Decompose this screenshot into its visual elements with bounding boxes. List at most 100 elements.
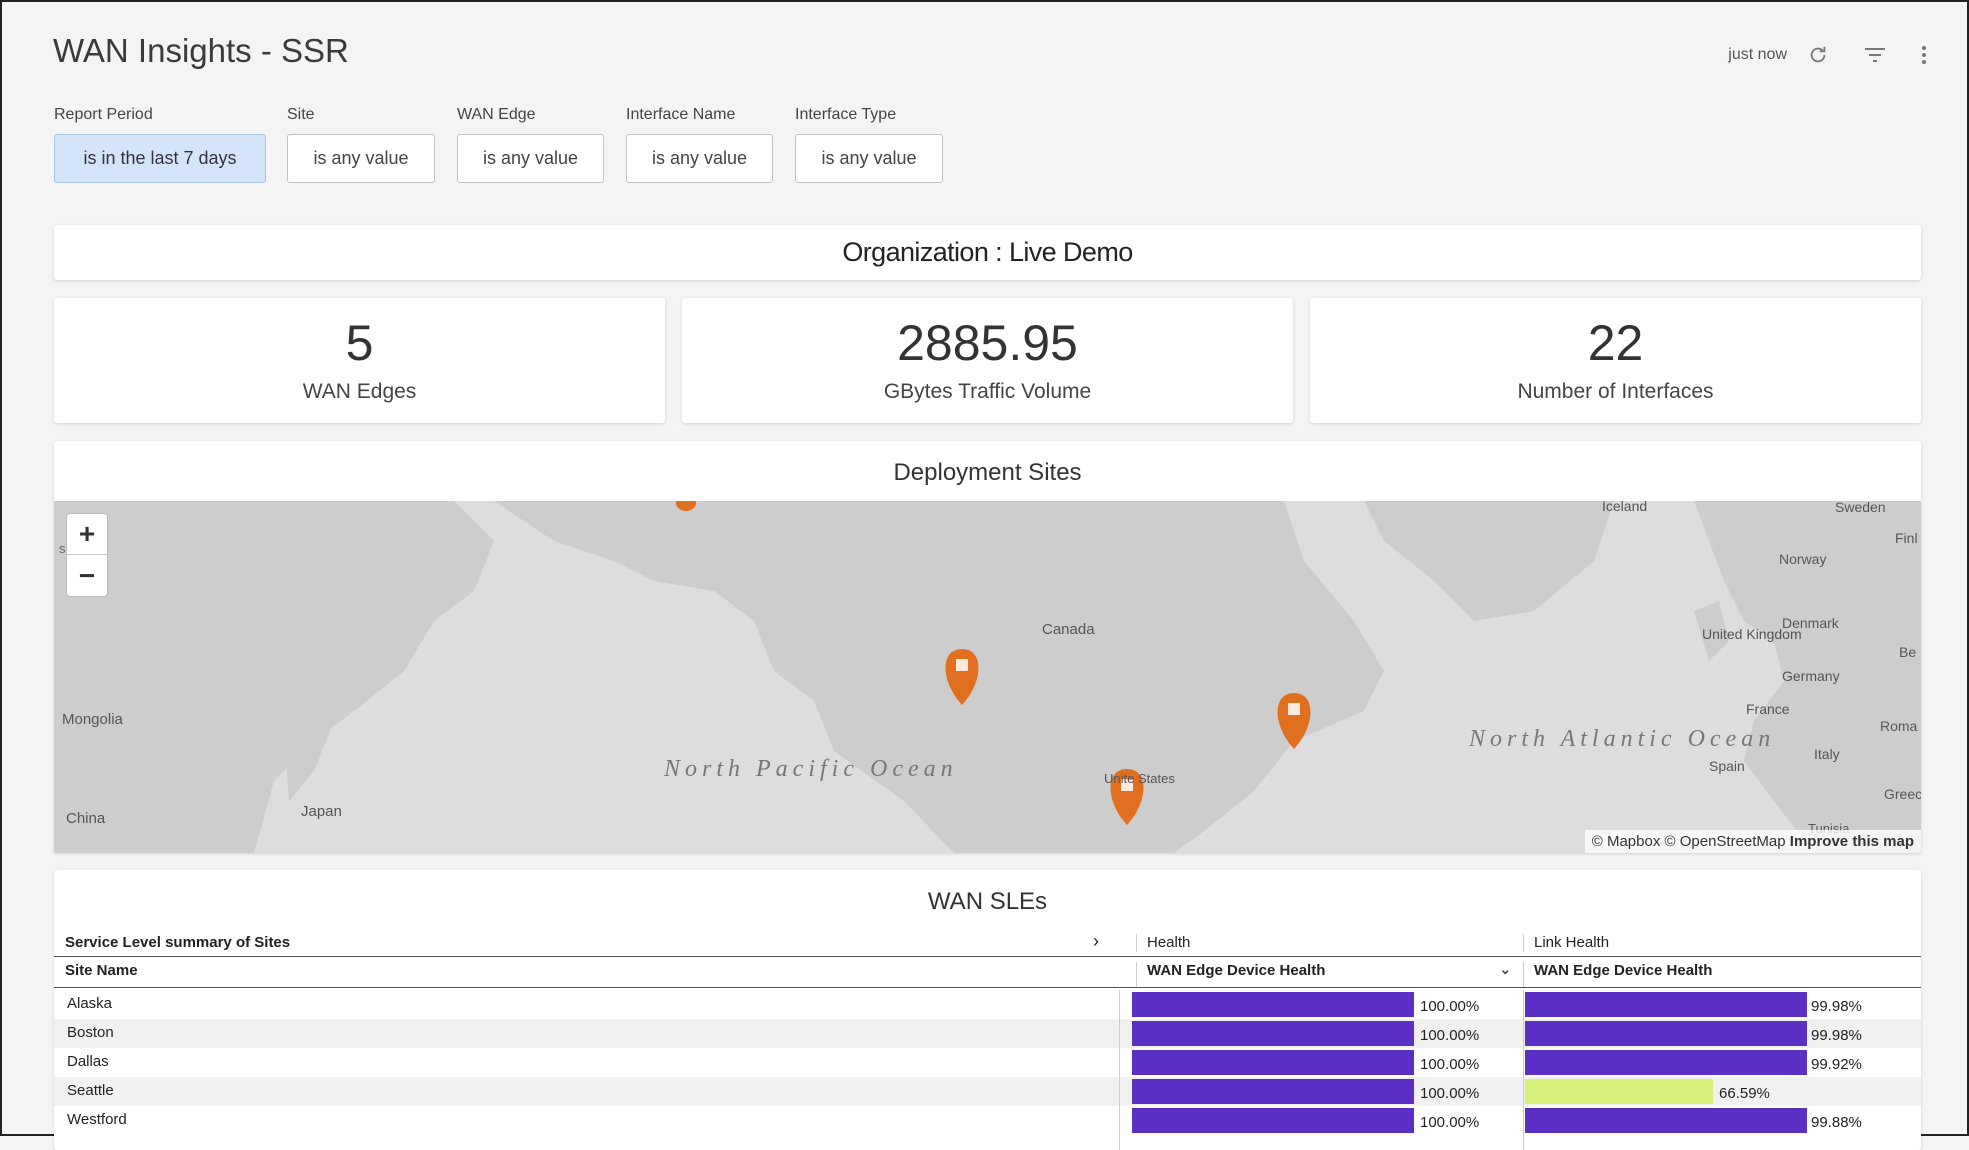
map-label: Greec — [1884, 786, 1921, 802]
map-label-canada: Canada — [1042, 621, 1095, 638]
health-bar — [1132, 1108, 1414, 1133]
map-zoom-control: + − — [66, 513, 108, 597]
link-health-value: 66.59% — [1719, 1085, 1770, 1102]
health-bar — [1132, 1021, 1414, 1046]
site-name-cell: Dallas — [67, 1053, 109, 1070]
map-attribution: © Mapbox © OpenStreetMap Improve this ma… — [1584, 830, 1921, 853]
column-header-link-metric[interactable]: WAN Edge Device Health — [1523, 962, 1712, 987]
kpi-interfaces: 22 Number of Interfaces — [1310, 298, 1921, 423]
sle-summary-label: Service Level summary of Sites — [65, 934, 291, 951]
map-label-united-kingdom: United Kingdom — [1702, 626, 1802, 642]
link-health-bar — [1525, 1079, 1713, 1104]
map-label-china: China — [66, 810, 106, 827]
link-health-bar — [1525, 1050, 1807, 1075]
filter-report-period-button[interactable]: is in the last 7 days — [54, 134, 266, 183]
more-options-icon[interactable] — [1921, 44, 1927, 66]
site-name-cell: Alaska — [67, 995, 113, 1012]
wan-sles-card: WAN SLEs Service Level summary of Sites … — [54, 870, 1921, 1150]
filter-interface-name-button[interactable]: is any value — [626, 134, 773, 183]
column-divider — [1119, 990, 1120, 1150]
organization-banner: Organization : Live Demo — [54, 225, 1921, 280]
kpi-label: WAN Edges — [302, 380, 417, 403]
zoom-in-button[interactable]: + — [67, 514, 107, 555]
map-label: Finl — [1895, 530, 1918, 546]
chevron-right-icon[interactable]: › — [1093, 931, 1099, 953]
map-label: Be — [1899, 644, 1916, 660]
map-label-roma: Roma — [1880, 718, 1918, 734]
filter-wan-edge-button[interactable]: is any value — [457, 134, 604, 183]
table-row[interactable]: Boston 100.00% 99.98% — [54, 1019, 1921, 1048]
map-label-north-atlantic: North Atlantic Ocean — [1468, 726, 1775, 752]
page-title: WAN Insights - SSR — [53, 32, 349, 69]
filter-label: Interface Type — [795, 106, 897, 123]
health-value: 100.00% — [1420, 1114, 1480, 1131]
filter-site: Site is any value — [287, 106, 435, 183]
filter-report-period: Report Period is in the last 7 days — [54, 106, 266, 183]
table-row[interactable]: Dallas 100.00% 99.92% — [54, 1048, 1921, 1077]
table-row[interactable]: Seattle 100.00% 66.59% — [54, 1077, 1921, 1106]
header-divider — [54, 987, 1921, 988]
filter-label: Interface Name — [626, 106, 736, 123]
site-name-cell: Seattle — [67, 1082, 114, 1099]
map-label-germany: Germany — [1782, 668, 1840, 684]
filter-wan-edge: WAN Edge is any value — [457, 106, 604, 183]
kpi-label: GBytes Traffic Volume — [883, 380, 1092, 403]
table-row[interactable]: Alaska 100.00% 99.98% — [54, 990, 1921, 1019]
kpi-value: 5 — [345, 315, 374, 371]
site-name-cell: Boston — [67, 1024, 114, 1041]
column-header-health-metric[interactable]: WAN Edge Device Health — [1136, 962, 1325, 987]
link-health-bar — [1525, 1108, 1807, 1133]
filter-site-button[interactable]: is any value — [287, 134, 435, 183]
link-health-value: 99.98% — [1811, 1027, 1862, 1044]
map-label-italy: Italy — [1814, 746, 1840, 762]
map-label-north-pacific: North Pacific Ocean — [663, 756, 958, 782]
kpi-label: Number of Interfaces — [1517, 380, 1714, 403]
header-divider — [54, 956, 1921, 957]
kpi-wan-edges: 5 WAN Edges — [54, 298, 665, 423]
map-label-japan: Japan — [301, 803, 342, 820]
link-health-value: 99.92% — [1811, 1056, 1862, 1073]
sle-rows: Alaska 100.00% 99.98% Boston 100.00% 99.… — [54, 990, 1921, 1150]
map-title: Deployment Sites — [893, 459, 1082, 486]
filter-label: WAN Edge — [457, 106, 536, 123]
kpi-value: 2885.95 — [897, 315, 1078, 371]
deployment-map[interactable]: si Mongolia China Japan Canada Unite Sta… — [54, 501, 1921, 853]
filter-label: Site — [287, 106, 315, 123]
chevron-down-icon[interactable]: ⌄ — [1499, 960, 1512, 985]
kpi-value: 22 — [1587, 315, 1644, 371]
health-value: 100.00% — [1420, 1085, 1480, 1102]
health-value: 100.00% — [1420, 998, 1480, 1015]
column-divider — [1523, 990, 1524, 1150]
filter-interface-type: Interface Type is any value — [795, 106, 943, 183]
sle-group-link-health: Link Health — [1523, 934, 1609, 952]
table-row[interactable]: Westford 100.00% 99.88% — [54, 1106, 1921, 1135]
health-value: 100.00% — [1420, 1056, 1480, 1073]
zoom-out-button[interactable]: − — [67, 555, 107, 596]
link-health-value: 99.98% — [1811, 998, 1862, 1015]
refresh-icon[interactable] — [1807, 44, 1829, 66]
kpi-traffic-volume: 2885.95 GBytes Traffic Volume — [682, 298, 1293, 423]
map-label-mongolia: Mongolia — [62, 711, 124, 728]
map-label-spain: Spain — [1709, 758, 1745, 774]
map-label-sweden: Sweden — [1835, 501, 1886, 515]
filter-icon[interactable] — [1863, 44, 1887, 66]
link-health-bar — [1525, 1021, 1807, 1046]
health-value: 100.00% — [1420, 1027, 1480, 1044]
health-bar — [1132, 1050, 1414, 1075]
link-health-bar — [1525, 992, 1807, 1017]
sle-title: WAN SLEs — [927, 888, 1048, 915]
site-name-cell: Westford — [67, 1111, 127, 1128]
map-svg: si Mongolia China Japan Canada Unite Sta… — [54, 501, 1921, 853]
column-header-site-name[interactable]: Site Name — [65, 962, 138, 987]
improve-map-link[interactable]: Improve this map — [1790, 833, 1914, 850]
attribution-text: © Mapbox © OpenStreetMap — [1591, 833, 1786, 850]
deployment-sites-card: Deployment Sites si Mongolia China Japan… — [54, 441, 1921, 853]
filter-interface-type-button[interactable]: is any value — [795, 134, 943, 183]
map-label-france: France — [1746, 701, 1790, 717]
last-updated-label: just now — [1728, 46, 1787, 63]
sle-group-health: Health — [1136, 934, 1190, 952]
link-health-value: 99.88% — [1811, 1114, 1862, 1131]
map-label-us: Unite States — [1104, 771, 1175, 786]
map-label-iceland: Iceland — [1602, 501, 1647, 514]
filter-interface-name: Interface Name is any value — [626, 106, 773, 183]
